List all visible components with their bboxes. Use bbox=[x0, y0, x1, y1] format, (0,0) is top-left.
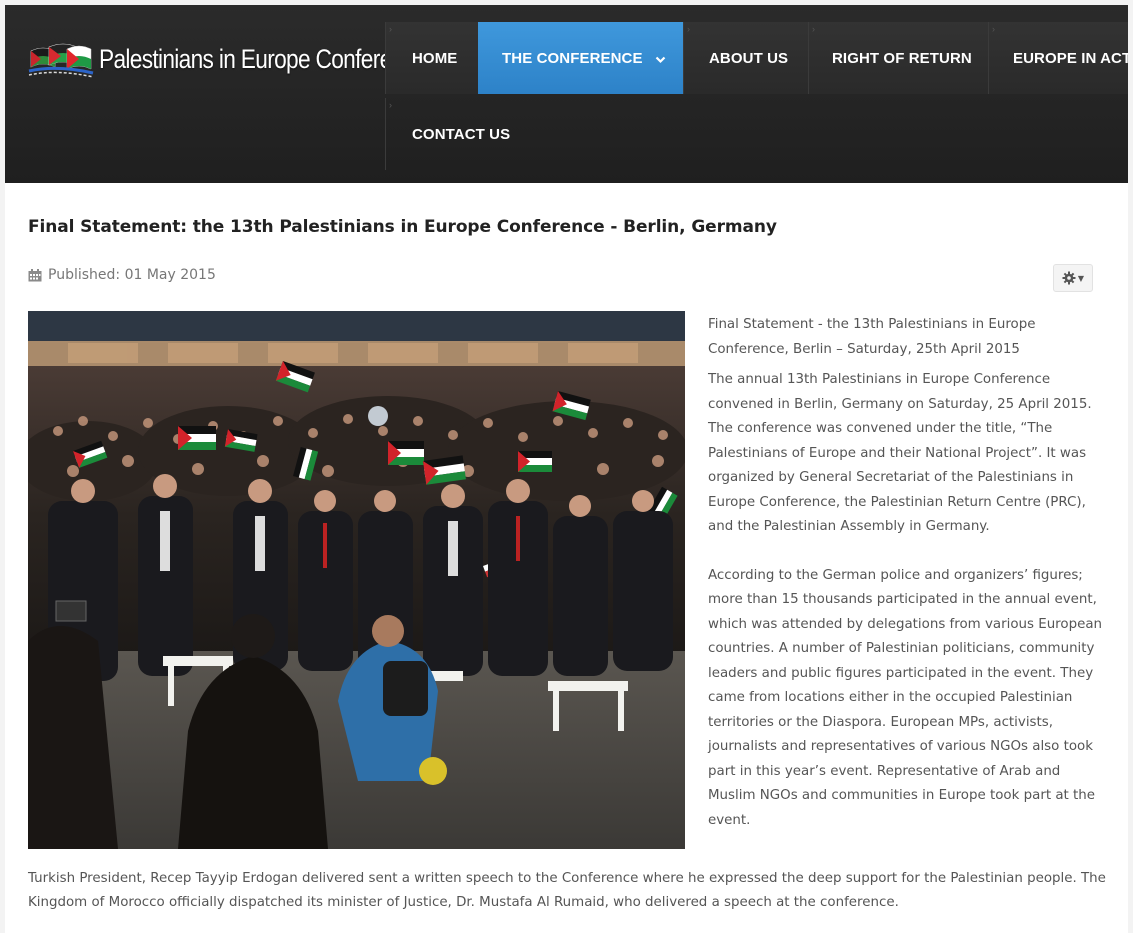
nav-item-home[interactable]: › HOME bbox=[385, 22, 479, 94]
article-paragraph-1: The annual 13th Palestinians in Europe C… bbox=[708, 372, 1092, 534]
article-side-text: Final Statement - the 13th Palestinians … bbox=[708, 313, 1103, 833]
article-intro: Final Statement - the 13th Palestinians … bbox=[708, 317, 1036, 357]
article-bottom-text: Turkish President, Recep Tayyip Erdogan … bbox=[28, 867, 1118, 915]
nav-arrow-icon: › bbox=[389, 24, 393, 34]
nav-item-europe-in-action[interactable]: › EUROPE IN ACTI bbox=[988, 22, 1128, 94]
nav-item-label: ABOUT US bbox=[709, 49, 789, 67]
nav-item-label: RIGHT OF RETURN bbox=[832, 49, 972, 67]
article-paragraph-2: According to the German police and organ… bbox=[708, 567, 1103, 828]
nav-item-label: HOME bbox=[412, 49, 458, 67]
nav-item-contact-us[interactable]: › CONTACT US bbox=[385, 98, 510, 170]
page-frame: Palestinians in Europe Conference › HOME… bbox=[5, 5, 1128, 933]
published-date: Published: 01 May 2015 bbox=[28, 267, 216, 283]
nav-item-label: CONTACT US bbox=[412, 125, 511, 143]
calendar-icon bbox=[28, 268, 42, 281]
article-paragraph-3: Turkish President, Recep Tayyip Erdogan … bbox=[28, 871, 1106, 910]
nav-arrow-icon: › bbox=[687, 24, 691, 34]
site-header: Palestinians in Europe Conference › HOME… bbox=[5, 5, 1128, 183]
nav-item-label: THE CONFERENCE bbox=[502, 49, 643, 67]
nav-item-the-conference[interactable]: THE CONFERENCE bbox=[478, 22, 683, 94]
conference-photo bbox=[28, 311, 685, 849]
nav-item-right-of-return[interactable]: › RIGHT OF RETURN bbox=[808, 22, 988, 94]
nav-arrow-icon: › bbox=[389, 100, 393, 110]
flag-logo-icon bbox=[28, 43, 94, 78]
article-title: Final Statement: the 13th Palestinians i… bbox=[28, 217, 777, 237]
nav-arrow-icon: › bbox=[992, 24, 996, 34]
gear-icon bbox=[1062, 271, 1076, 285]
chevron-down-icon: ▼ bbox=[1077, 273, 1085, 283]
nav-arrow-icon: › bbox=[812, 24, 816, 34]
nav-item-label: EUROPE IN ACTI bbox=[1013, 49, 1128, 67]
published-date-text: Published: 01 May 2015 bbox=[48, 267, 216, 283]
article-tools-button[interactable]: ▼ bbox=[1053, 264, 1093, 292]
nav-item-about-us[interactable]: › ABOUT US bbox=[683, 22, 808, 94]
site-logo-text: Palestinians in Europe Conference bbox=[99, 43, 427, 74]
main-nav: › HOME THE CONFERENCE › ABOUT US › RIGHT… bbox=[385, 22, 1128, 172]
chevron-down-icon bbox=[655, 53, 666, 67]
